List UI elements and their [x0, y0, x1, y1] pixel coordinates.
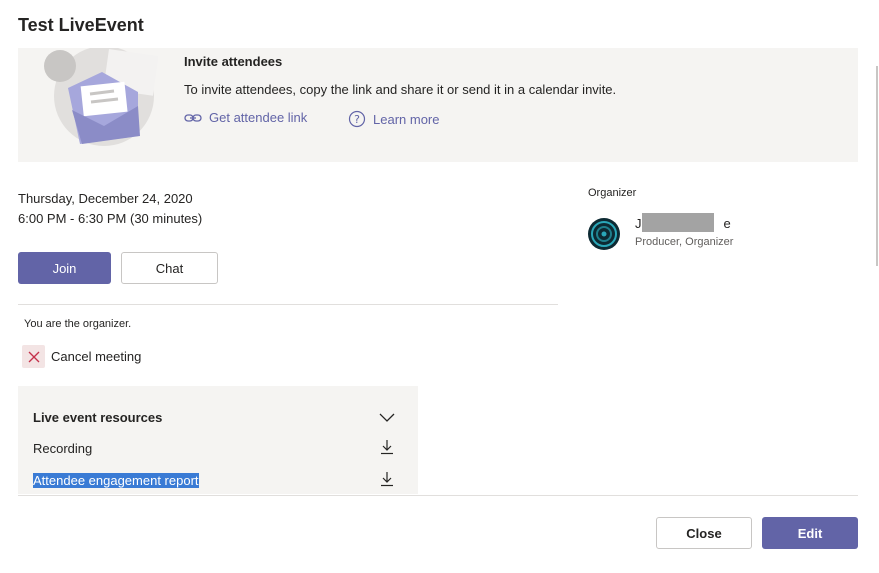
- footer-divider: [18, 495, 858, 496]
- download-icon[interactable]: [380, 471, 394, 487]
- help-icon: ?: [348, 110, 366, 128]
- organizer-name-first: J: [635, 216, 642, 231]
- close-icon: [22, 345, 45, 368]
- download-icon[interactable]: [380, 439, 394, 455]
- get-attendee-link-label: Get attendee link: [209, 110, 308, 125]
- join-button[interactable]: Join: [18, 252, 111, 284]
- chevron-down-icon[interactable]: [378, 410, 396, 424]
- get-attendee-link[interactable]: Get attendee link: [184, 110, 307, 125]
- event-schedule: Thursday, December 24, 2020 6:00 PM - 6:…: [18, 189, 202, 229]
- cancel-meeting-label: Cancel meeting: [51, 349, 142, 364]
- cancel-meeting-button[interactable]: Cancel meeting: [22, 345, 141, 368]
- resource-attendee-engagement-report[interactable]: Attendee engagement report: [33, 473, 199, 488]
- svg-text:?: ?: [354, 113, 360, 126]
- learn-more-label: Learn more: [373, 111, 440, 127]
- invite-panel: Invite attendees To invite attendees, co…: [18, 48, 858, 162]
- divider: [18, 304, 558, 305]
- scrollbar[interactable]: [876, 66, 878, 266]
- organizer-label: Organizer: [588, 187, 637, 199]
- live-event-resources: Live event resources Recording Attendee …: [18, 386, 418, 494]
- link-icon: [184, 113, 202, 122]
- organizer-role: Producer, Organizer: [635, 236, 734, 248]
- event-time: 6:00 PM - 6:30 PM (30 minutes): [18, 211, 203, 226]
- learn-more-link[interactable]: ? Learn more: [348, 110, 439, 128]
- invite-title: Invite attendees: [184, 54, 283, 69]
- invite-description: To invite attendees, copy the link and s…: [184, 82, 617, 97]
- avatar: [588, 218, 620, 250]
- event-date: Thursday, December 24, 2020: [18, 191, 193, 206]
- dialog-title: Test LiveEvent: [18, 15, 144, 35]
- resources-header: Live event resources: [33, 410, 163, 425]
- organizer-name-last: e: [723, 216, 731, 231]
- envelope-illustration: [44, 48, 158, 146]
- redaction-block: [642, 213, 714, 232]
- edit-button[interactable]: Edit: [762, 517, 858, 549]
- resource-recording[interactable]: Recording: [33, 441, 92, 456]
- close-button[interactable]: Close: [656, 517, 752, 549]
- chat-button[interactable]: Chat: [121, 252, 218, 284]
- organizer-note: You are the organizer.: [24, 318, 132, 330]
